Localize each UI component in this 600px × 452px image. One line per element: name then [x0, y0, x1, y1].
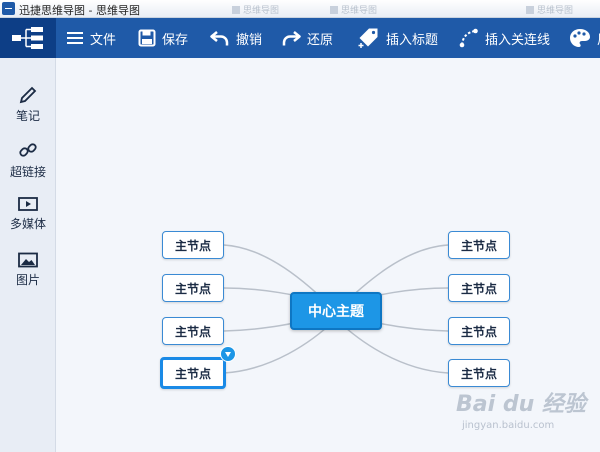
mindmap-logo-button[interactable] [0, 18, 56, 58]
left-sidebar: 笔记 超链接 多媒体 图片 [0, 58, 56, 452]
main-node-right-1[interactable]: 主节点 [448, 231, 510, 259]
insert-title-button[interactable]: 插入标题 [358, 18, 438, 58]
insert-connector-label: 插入关连线 [485, 32, 551, 48]
film-icon [18, 197, 38, 211]
sidebar-item-label: 多媒体 [9, 217, 46, 231]
undo-icon [210, 31, 229, 46]
redo-icon [282, 31, 301, 46]
watermark-url: jingyan.baidu.com [462, 420, 555, 431]
background-tab[interactable]: 思维导图 [232, 3, 324, 15]
connector-icon [459, 28, 478, 48]
app-icon [2, 2, 15, 15]
undo-button[interactable]: 撤销 [210, 18, 262, 58]
save-label: 保存 [162, 32, 189, 48]
menu-icon [67, 32, 83, 44]
sidebar-item-hyperlink[interactable]: 超链接 [0, 140, 56, 188]
main-node-left-1[interactable]: 主节点 [162, 231, 224, 259]
main-node-right-2[interactable]: 主节点 [448, 274, 510, 302]
sidebar-item-label: 超链接 [9, 165, 46, 179]
collapse-toggle-icon[interactable] [220, 346, 236, 362]
main-node-right-3[interactable]: 主节点 [448, 317, 510, 345]
undo-label: 撤销 [236, 32, 263, 48]
background-tab[interactable]: 思维导图 [330, 3, 422, 15]
background-tab[interactable]: 思维导图 [526, 3, 600, 15]
redo-label: 还原 [307, 32, 334, 48]
sidebar-item-label: 笔记 [15, 109, 40, 123]
sidebar-item-label: 图片 [15, 273, 40, 287]
window-title: 迅捷思维导图 - 思维导图 [19, 4, 140, 17]
baidu-watermark: Bai du 经验 jingyan.baidu.com [456, 380, 596, 444]
redo-button[interactable]: 还原 [281, 18, 333, 58]
sidebar-item-image[interactable]: 图片 [0, 252, 56, 300]
toolbar: 文件 保存 撤销 还原 插入标题 插入关连线 [0, 18, 600, 58]
link-icon [19, 143, 37, 157]
main-node-left-4-selected[interactable]: 主节点 [160, 357, 226, 389]
style-button[interactable]: 风 [569, 18, 600, 58]
main-node-left-2[interactable]: 主节点 [162, 274, 224, 302]
save-button[interactable]: 保存 [138, 18, 188, 58]
insert-connector-button[interactable]: 插入关连线 [459, 18, 550, 58]
sidebar-item-multimedia[interactable]: 多媒体 [0, 196, 56, 244]
tag-icon [358, 28, 378, 48]
central-topic[interactable]: 中心主题 [290, 292, 382, 330]
pencil-icon [19, 86, 37, 104]
insert-title-label: 插入标题 [386, 32, 439, 48]
file-label: 文件 [90, 32, 117, 48]
palette-icon [570, 29, 590, 47]
mindmap-logo-icon [12, 27, 43, 49]
title-bar: 迅捷思维导图 - 思维导图 思维导图 思维导图 思维导图 [0, 0, 600, 18]
main-node-left-3[interactable]: 主节点 [162, 317, 224, 345]
file-menu-button[interactable]: 文件 [66, 18, 116, 58]
watermark-brand: Bai du 经验 [456, 392, 586, 417]
save-icon [138, 29, 156, 47]
sidebar-item-note[interactable]: 笔记 [0, 86, 56, 134]
image-icon [18, 252, 38, 268]
